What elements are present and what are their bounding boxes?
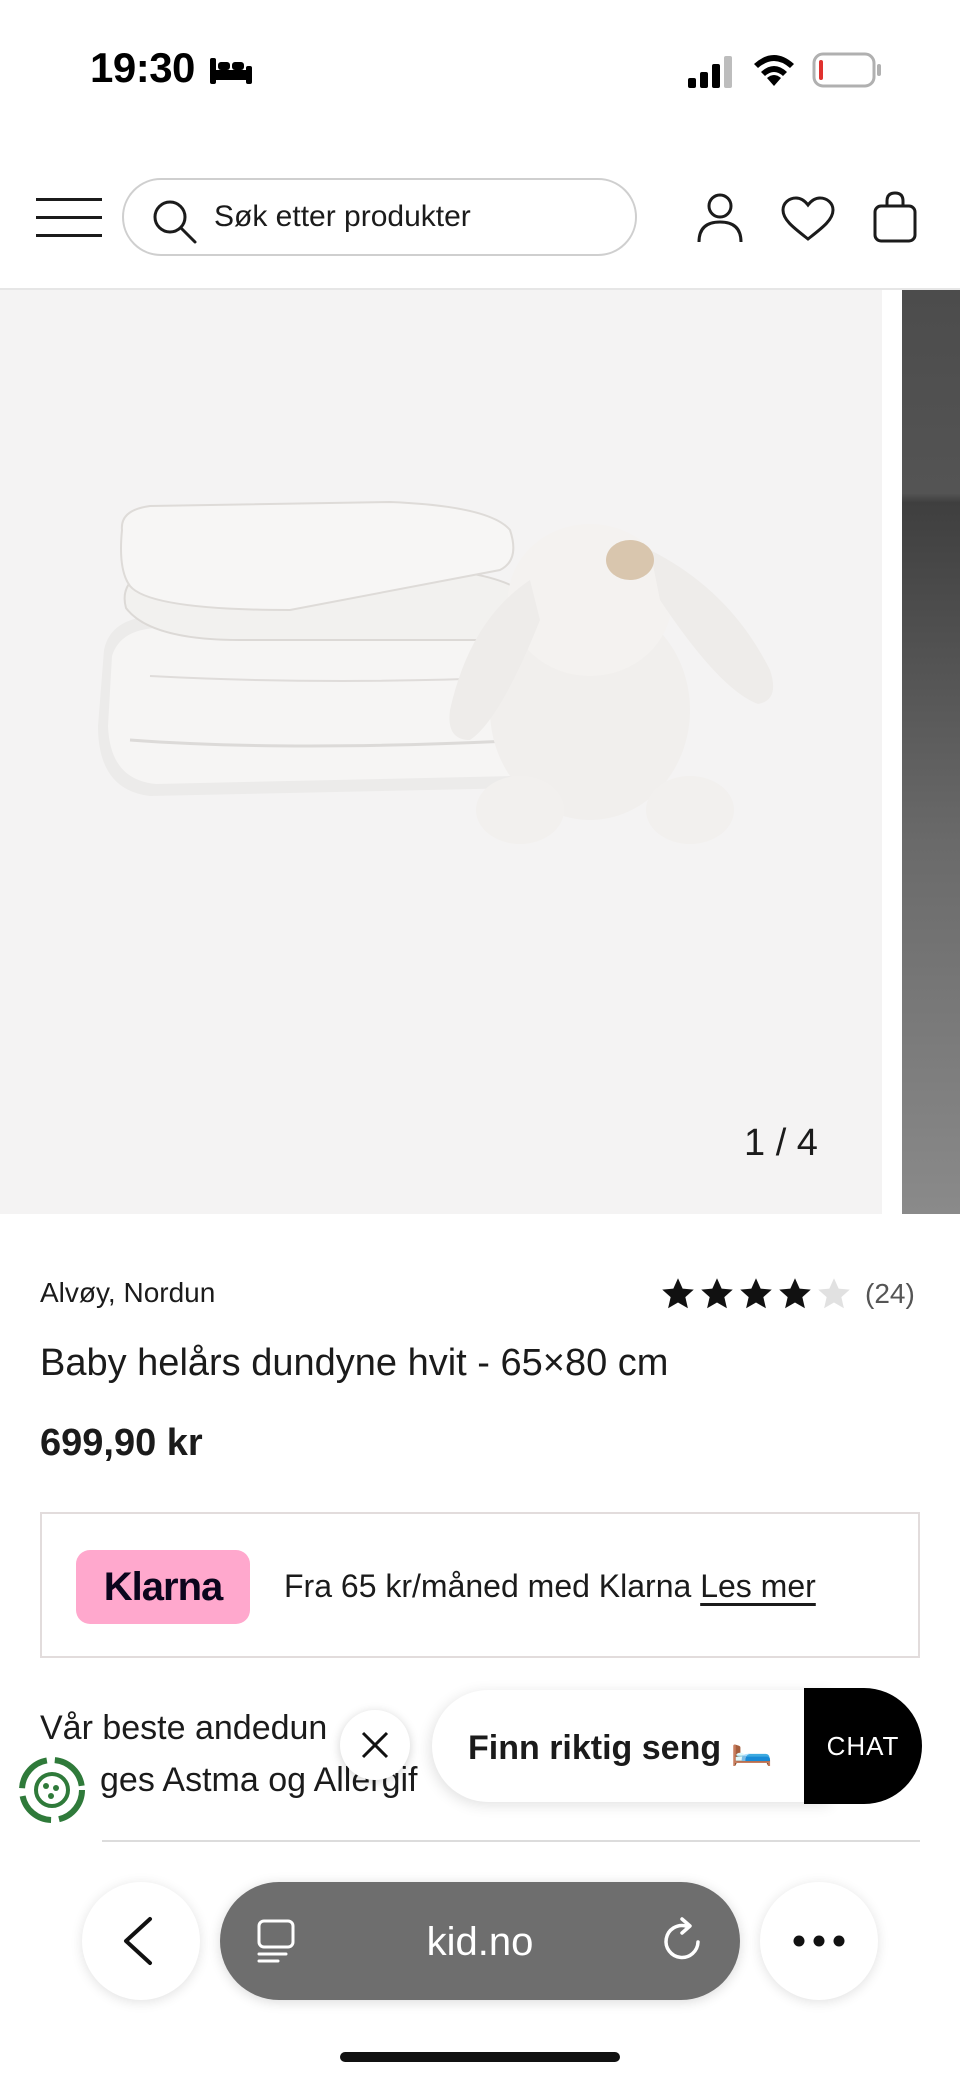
more-button[interactable] xyxy=(760,1882,878,2000)
product-gallery[interactable]: 1 / 4 xyxy=(0,290,960,1214)
battery-icon xyxy=(812,52,881,88)
product-image xyxy=(98,500,774,844)
signal-icon xyxy=(688,56,732,88)
more-icon xyxy=(793,1935,845,1947)
reload-icon[interactable] xyxy=(660,1916,706,1964)
product-rating[interactable]: (24) xyxy=(660,1276,915,1312)
klarna-text: Fra 65 kr/måned med Klarna Les mer xyxy=(284,1568,816,1605)
find-bed-promo[interactable]: Finn riktig seng 🛏️ xyxy=(432,1690,832,1802)
gallery-slide-main[interactable]: 1 / 4 xyxy=(0,290,882,1214)
home-indicator[interactable] xyxy=(340,2052,620,2062)
slide-counter: 1 / 4 xyxy=(744,1122,818,1164)
gallery-slide-next[interactable] xyxy=(902,290,960,1214)
bed-icon xyxy=(210,58,252,84)
star-empty-icon xyxy=(818,1278,850,1309)
star-full-icon xyxy=(779,1278,811,1309)
product-price: 699,90 kr xyxy=(40,1422,203,1464)
star-full-icon xyxy=(740,1278,772,1309)
heart-icon[interactable] xyxy=(780,196,836,242)
back-icon xyxy=(124,1917,152,1965)
divider xyxy=(102,1840,920,1842)
status-bar: 19:30 xyxy=(0,0,960,140)
menu-icon[interactable] xyxy=(36,196,104,240)
browser-toolbar: kid.no xyxy=(0,1856,960,2081)
address-bar[interactable]: kid.no xyxy=(220,1882,740,2000)
recycle-icon[interactable] xyxy=(16,1754,88,1826)
star-full-icon xyxy=(701,1278,733,1309)
back-button[interactable] xyxy=(82,1882,200,2000)
klarna-banner: Klarna Fra 65 kr/måned med Klarna Les me… xyxy=(40,1512,920,1658)
klarna-installment-text: Fra 65 kr/måned med Klarna xyxy=(284,1568,692,1604)
review-count: (24) xyxy=(865,1278,915,1309)
promo-close-button[interactable] xyxy=(340,1710,410,1780)
bag-icon[interactable] xyxy=(872,190,918,244)
product-brand[interactable]: Alvøy, Nordun xyxy=(40,1277,215,1309)
star-full-icon xyxy=(662,1278,694,1309)
site-header: Søk etter produkter xyxy=(0,150,960,290)
search-placeholder: Søk etter produkter xyxy=(214,200,471,233)
promo-text: Finn riktig seng 🛏️ xyxy=(468,1729,773,1767)
close-icon xyxy=(361,1731,389,1759)
status-time: 19:30 xyxy=(90,44,195,91)
wifi-icon xyxy=(754,55,794,86)
chat-button[interactable]: CHAT xyxy=(804,1688,922,1804)
search-icon xyxy=(153,200,197,244)
klarna-logo: Klarna xyxy=(76,1550,250,1624)
search-input[interactable]: Søk etter produkter xyxy=(122,178,637,256)
account-icon[interactable] xyxy=(696,192,744,244)
product-title: Baby helårs dundyne hvit - 65×80 cm xyxy=(40,1342,669,1384)
klarna-read-more-link[interactable]: Les mer xyxy=(700,1568,816,1604)
